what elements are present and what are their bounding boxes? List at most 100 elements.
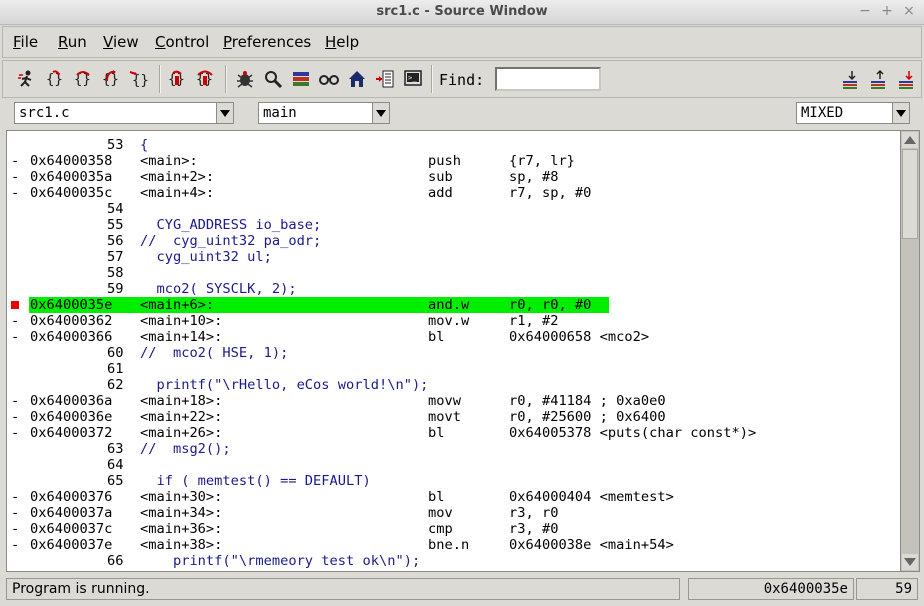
source-line[interactable]: 54	[7, 201, 901, 217]
instruction-symbol: <main+10>:	[140, 313, 223, 329]
go-up-icon[interactable]	[869, 69, 889, 89]
scroll-down-icon[interactable]	[902, 554, 918, 570]
line-number: 53	[107, 137, 124, 153]
instruction-symbol: <main+26>:	[140, 425, 223, 441]
scroll-thumb[interactable]	[902, 149, 918, 239]
source-line[interactable]: 62 printf("\rHello, eCos world!\n");	[7, 377, 901, 393]
instruction-symbol: <main+2>:	[140, 169, 215, 185]
finish-icon[interactable]: {}	[101, 69, 121, 89]
source-text: CYG_ADDRESS io_base;	[140, 217, 322, 233]
source-line[interactable]: 58	[7, 265, 901, 281]
instruction-opcode: push	[428, 153, 461, 169]
asm-line[interactable]: -0x64000372 <main+26>: bl 0x64005378 <puts(…	[7, 425, 901, 441]
chevron-down-icon[interactable]	[892, 103, 909, 123]
vertical-scrollbar[interactable]	[900, 131, 919, 571]
close-button[interactable]: ×	[902, 3, 916, 19]
chevron-down-icon[interactable]	[216, 103, 233, 123]
breakpoints-icon[interactable]	[235, 69, 255, 89]
line-marker: -	[11, 329, 20, 345]
menu-control[interactable]: Control	[155, 33, 209, 51]
asm-line[interactable]: -0x64000362 <main+10>: mov.w r1, #2	[7, 313, 901, 329]
asm-line[interactable]: -0x6400037a <main+34>: mov r3, r0	[7, 505, 901, 521]
source-line[interactable]: 66 printf("\rmemeory test ok\n");	[7, 553, 901, 569]
file-selector[interactable]: src1.c	[14, 102, 234, 124]
asm-line[interactable]: -0x6400037e <main+38>: bne.n 0x6400038e <ma…	[7, 537, 901, 553]
source-line[interactable]: 57 cyg_uint32 ul;	[7, 249, 901, 265]
minimize-button[interactable]: −	[858, 3, 872, 19]
source-line[interactable]: 63 // msg2();	[7, 441, 901, 457]
scroll-up-icon[interactable]	[902, 132, 918, 148]
instruction-operands: 0x6400038e <main+54>	[509, 537, 674, 553]
menu-view[interactable]: View	[103, 33, 139, 51]
run-icon[interactable]	[17, 69, 37, 89]
continue-icon[interactable]: {}	[129, 69, 149, 89]
instruction-operands: r3, r0	[509, 505, 559, 521]
source-line[interactable]: 60 // mco2( HSE, 1);	[7, 345, 901, 361]
source-line[interactable]: 55 CYG_ADDRESS io_base;	[7, 217, 901, 233]
instruction-operands: r0, #25600 ; 0x6400	[509, 409, 666, 425]
line-marker: -	[11, 185, 20, 201]
instruction-symbol: <main+38>:	[140, 537, 223, 553]
source-text: // mco2( HSE, 1);	[140, 345, 289, 361]
nexti-icon[interactable]: {}	[195, 69, 215, 89]
file-selector-value: src1.c	[19, 105, 70, 121]
asm-line[interactable]: 0x6400035e <main+6>: and.w r0, r0, #0	[7, 297, 901, 313]
menu-run[interactable]: Run	[58, 33, 87, 51]
breakpoint-icon[interactable]	[11, 301, 19, 309]
stack-icon[interactable]	[291, 69, 311, 89]
mode-selector-value: MIXED	[801, 105, 844, 121]
locals-icon[interactable]	[319, 69, 339, 89]
watch-icon[interactable]	[263, 69, 283, 89]
source-text: if ( memtest() == DEFAULT)	[140, 473, 371, 489]
maximize-button[interactable]: +	[880, 3, 894, 19]
chevron-down-icon[interactable]	[372, 103, 389, 123]
menu-preferences[interactable]: Preferences	[223, 33, 311, 51]
asm-line[interactable]: -0x6400037c <main+36>: cmp r3, #0	[7, 521, 901, 537]
source-line[interactable]: 61	[7, 361, 901, 377]
registers-icon[interactable]	[375, 69, 395, 89]
instruction-symbol: <main+6>:	[140, 297, 215, 313]
instruction-operands: sp, #8	[509, 169, 559, 185]
instruction-address: 0x6400037a	[30, 505, 113, 521]
function-selector[interactable]: main	[258, 102, 390, 124]
home-icon[interactable]	[347, 69, 367, 89]
find-input[interactable]	[495, 67, 601, 91]
asm-line[interactable]: -0x6400035a <main+2>: sub sp, #8	[7, 169, 901, 185]
console-icon[interactable]: >_	[403, 69, 423, 89]
source-text: {	[140, 137, 149, 153]
source-line[interactable]: 59 mco2( SYSCLK, 2);	[7, 281, 901, 297]
line-marker: -	[11, 409, 20, 425]
line-number: 66	[107, 553, 124, 569]
asm-line[interactable]: -0x64000366 <main+14>: bl 0x64000658 <mco2>	[7, 329, 901, 345]
instruction-opcode: mov	[428, 505, 453, 521]
instruction-operands: {r7, lr}	[509, 153, 575, 169]
mode-selector[interactable]: MIXED	[796, 102, 910, 124]
asm-line[interactable]: -0x6400036a <main+18>: movw r0, #41184 ; 0x…	[7, 393, 901, 409]
asm-line[interactable]: -0x6400035c <main+4>: add r7, sp, #0	[7, 185, 901, 201]
line-number: 54	[107, 201, 124, 217]
instruction-operands: 0x64005378 <puts(char const*)>	[509, 425, 757, 441]
asm-line[interactable]: -0x64000358 <main>: push {r7, lr}	[7, 153, 901, 169]
asm-line[interactable]: -0x64000376 <main+30>: bl 0x64000404 <memte…	[7, 489, 901, 505]
instruction-operands: r1, #2	[509, 313, 559, 329]
instruction-symbol: <main+4>:	[140, 185, 215, 201]
menu-help[interactable]: Help	[325, 33, 359, 51]
source-listing: 53{-0x64000358 <main>: push {r7, lr} -0x6400…	[7, 137, 901, 571]
asm-line[interactable]: -0x6400036e <main+22>: movt r0, #25600 ; 0x…	[7, 409, 901, 425]
line-number: 64	[107, 457, 124, 473]
line-number: 65	[107, 473, 124, 489]
line-number: 57	[107, 249, 124, 265]
source-line[interactable]: 64	[7, 457, 901, 473]
source-line[interactable]: 65 if ( memtest() == DEFAULT)	[7, 473, 901, 489]
instruction-symbol: <main+30>:	[140, 489, 223, 505]
source-view[interactable]: 53{-0x64000358 <main>: push {r7, lr} -0x6400…	[6, 130, 920, 572]
source-line[interactable]: 53 {	[7, 137, 901, 153]
go-bottom-icon[interactable]	[897, 69, 917, 89]
go-down-icon[interactable]	[841, 69, 861, 89]
next-icon[interactable]: {}	[73, 69, 93, 89]
step-icon[interactable]: {}	[45, 69, 65, 89]
stepi-icon[interactable]: {}	[167, 69, 187, 89]
source-line[interactable]: 56 // cyg_uint32 pa_odr;	[7, 233, 901, 249]
menu-file[interactable]: File	[13, 33, 38, 51]
instruction-symbol: <main+34>:	[140, 505, 223, 521]
